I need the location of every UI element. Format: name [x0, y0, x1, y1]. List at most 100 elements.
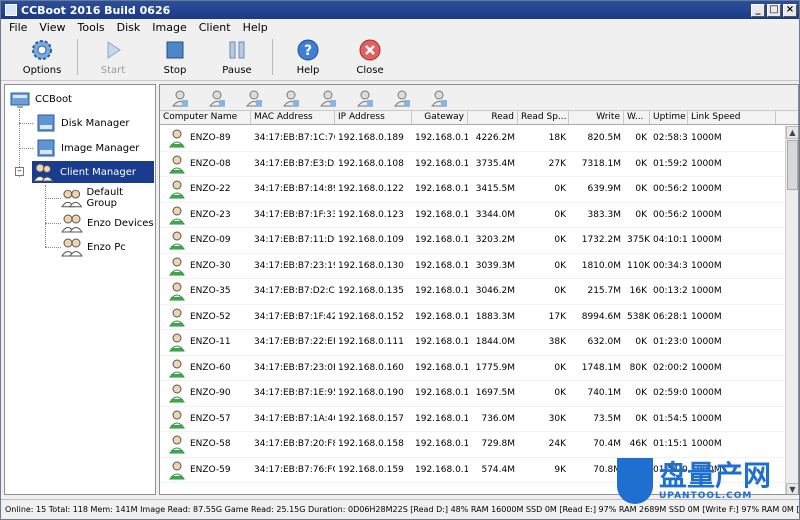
table-row[interactable]: ENZO-09 34:17:EB:B7:11:DC 192.168.0.109 192… — [160, 228, 786, 254]
edit-client-icon[interactable] — [207, 89, 227, 107]
cell-link-speed: 1000M — [691, 184, 722, 195]
close-window-button[interactable]: × — [783, 3, 797, 17]
tree-item-disk-manager[interactable]: Disk Manager — [35, 112, 130, 134]
cell-ip-address: 192.168.0.157 — [338, 413, 404, 424]
client-avatar-icon — [169, 359, 185, 378]
cell-read-speed: 18K — [548, 133, 566, 144]
column-header-gateway[interactable]: Gateway — [412, 111, 468, 124]
column-header-uptime[interactable]: Uptime — [650, 111, 688, 124]
client-avatar-icon — [169, 384, 185, 403]
cell-ip-address: 192.168.0.123 — [338, 209, 404, 220]
tree-item-default-group[interactable]: Default Group — [61, 187, 155, 209]
menu-view[interactable]: View — [33, 21, 71, 34]
computer-name-text: ENZO-90 — [190, 388, 231, 399]
cell-read-speed: 30K — [548, 413, 566, 424]
maximize-button[interactable]: □ — [767, 3, 781, 17]
add-client-icon[interactable] — [170, 89, 190, 107]
cell-computer-name: ENZO-59 — [160, 460, 251, 480]
vertical-scrollbar[interactable]: ▲ ▼ — [785, 126, 798, 494]
column-header-write-speed[interactable]: W... — [624, 111, 650, 124]
client-toolbar — [160, 85, 798, 111]
column-header-computer-name[interactable]: Computer Name — [160, 111, 251, 124]
column-header-link-speed[interactable]: Link Speed — [688, 111, 776, 124]
menu-tools[interactable]: Tools — [72, 21, 111, 34]
table-row[interactable]: ENZO-60 34:17:EB:B7:23:0E 192.168.0.160 192… — [160, 356, 786, 381]
table-row[interactable]: ENZO-90 34:17:EB:B7:1E:95 192.168.0.190 192… — [160, 381, 786, 407]
column-header-read-speed[interactable]: Read Sp... — [518, 111, 569, 124]
cell-computer-name: ENZO-08 — [160, 154, 251, 174]
cell-uptime: 01:54:51 — [653, 413, 688, 424]
column-header-mac[interactable]: MAC Address — [251, 111, 335, 124]
cell-mac-address: 34:17:EB:B7:1A:4C — [254, 413, 335, 424]
cell-gateway: 192.168.0.1 — [415, 235, 468, 246]
cell-write-speed: 538K — [627, 311, 650, 322]
start-button[interactable]: Start — [82, 35, 144, 79]
server-icon — [10, 92, 30, 108]
cell-link-speed: 1000M — [691, 362, 722, 373]
table-row[interactable]: ENZO-08 34:17:EB:B7:E3:D2 192.168.0.108 192… — [160, 152, 786, 177]
tree-item-image-manager[interactable]: Image Manager — [35, 137, 139, 159]
client-wake-icon[interactable] — [392, 89, 412, 107]
menu-file[interactable]: File — [3, 21, 33, 34]
cell-uptime: 00:34:36 — [653, 260, 688, 271]
help-button[interactable]: ? Help — [277, 35, 339, 79]
cell-read: 1775.9M — [475, 362, 515, 373]
table-row[interactable]: ENZO-23 34:17:EB:B7:1F:33 192.168.0.123 192… — [160, 203, 786, 228]
computer-name-text: ENZO-35 — [190, 286, 231, 297]
client-enable-icon[interactable] — [318, 89, 338, 107]
client-shutdown-icon[interactable] — [429, 89, 449, 107]
table-row[interactable]: ENZO-89 34:17:EB:B7:1C:76 192.168.0.189 192… — [160, 126, 786, 152]
table-row[interactable]: ENZO-11 34:17:EB:B7:22:EF 192.168.0.111 192… — [160, 330, 786, 356]
client-disable-icon[interactable] — [355, 89, 375, 107]
column-header-read[interactable]: Read — [468, 111, 518, 124]
cell-link-speed: 1000M — [691, 311, 722, 322]
title-bar[interactable]: CCBoot 2016 Build 0626 _ □ × — [1, 1, 799, 19]
tree-item-enzo-devices[interactable]: Enzo Devices — [61, 212, 154, 234]
cell-read: 736.0M — [481, 413, 515, 424]
minimize-button[interactable]: _ — [751, 3, 765, 17]
client-settings-icon[interactable] — [281, 89, 301, 107]
tree-root-ccboot[interactable]: CCBoot — [9, 88, 72, 110]
computer-name-text: ENZO-89 — [190, 133, 231, 144]
tree-collapse-toggle[interactable]: – — [15, 167, 24, 176]
cell-read-speed: 9K — [554, 464, 566, 475]
delete-client-icon[interactable] — [244, 89, 264, 107]
cell-write: 632.0M — [587, 337, 621, 348]
cell-read: 729.8M — [481, 439, 515, 450]
menu-image[interactable]: Image — [146, 21, 192, 34]
menu-disk[interactable]: Disk — [111, 21, 147, 34]
pause-button[interactable]: Pause — [206, 35, 268, 79]
pause-icon — [224, 38, 250, 62]
cell-gateway: 192.168.0.1 — [415, 439, 468, 450]
menu-client[interactable]: Client — [193, 21, 237, 34]
cell-ip-address: 192.168.0.152 — [338, 311, 404, 322]
menu-help[interactable]: Help — [237, 21, 274, 34]
cell-read: 4226.2M — [475, 133, 515, 144]
scroll-thumb[interactable] — [787, 140, 798, 190]
stop-button[interactable]: Stop — [144, 35, 206, 79]
cell-computer-name: ENZO-11 — [160, 332, 251, 352]
table-row[interactable]: ENZO-30 34:17:EB:B7:23:19 192.168.0.130 192… — [160, 254, 786, 279]
table-row[interactable]: ENZO-52 34:17:EB:B7:1F:42 192.168.0.152 192… — [160, 305, 786, 330]
table-row[interactable]: ENZO-35 34:17:EB:B7:D2:CF 192.168.0.135 192… — [160, 279, 786, 305]
column-header-write[interactable]: Write — [569, 111, 624, 124]
tree-item-label: Image Manager — [61, 142, 140, 154]
table-row[interactable]: ENZO-22 34:17:EB:B7:14:89 192.168.0.122 192… — [160, 177, 786, 203]
tree-connector — [45, 223, 61, 224]
client-avatar-icon — [169, 410, 185, 429]
tree-item-client-manager[interactable]: Client Manager — [32, 161, 154, 183]
app-icon — [5, 4, 17, 16]
computer-name-text: ENZO-09 — [190, 235, 231, 246]
cell-ip-address: 192.168.0.122 — [338, 184, 404, 195]
cell-mac-address: 34:17:EB:B7:1F:33 — [254, 209, 335, 220]
tree-item-enzo-pc[interactable]: Enzo Pc — [61, 236, 126, 258]
scroll-up-arrow[interactable]: ▲ — [786, 126, 798, 139]
close-button[interactable]: Close — [339, 35, 401, 79]
cell-write: 7318.1M — [581, 158, 621, 169]
options-button[interactable]: Options — [11, 35, 73, 79]
cell-gateway: 192.168.0.1 — [415, 362, 468, 373]
cell-read-speed: 0K — [554, 362, 566, 373]
tree-item-label: Enzo Pc — [87, 241, 126, 253]
column-header-ip[interactable]: IP Address — [335, 111, 412, 124]
table-row[interactable]: ENZO-57 34:17:EB:B7:1A:4C 192.168.0.157 192… — [160, 407, 786, 432]
